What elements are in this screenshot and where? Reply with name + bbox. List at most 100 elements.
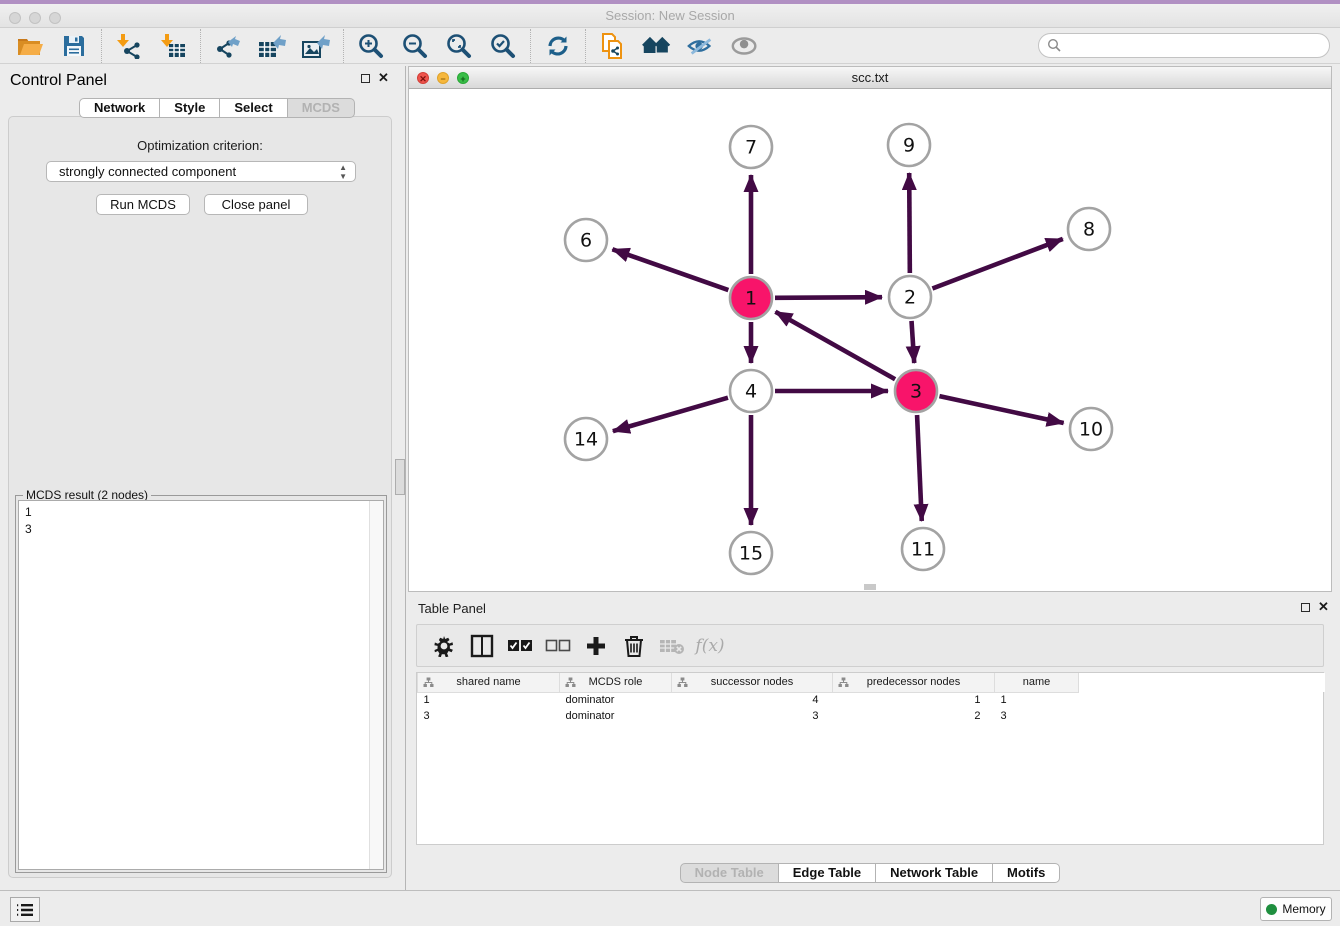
search-input[interactable]	[1038, 33, 1330, 58]
tab-network-table[interactable]: Network Table	[876, 863, 993, 883]
svg-text:14: 14	[574, 429, 598, 451]
network-file-icon[interactable]	[598, 31, 628, 61]
mcds-panel: Optimization criterion: strongly connect…	[8, 116, 392, 878]
column-header-predecessor-nodes[interactable]: predecessor nodes	[833, 673, 995, 692]
column-header-MCDS-role[interactable]: MCDS role	[560, 673, 672, 692]
window-minimize-icon[interactable]	[29, 12, 41, 24]
table-row[interactable]: 1dominator411	[418, 692, 1326, 708]
edge-3-10[interactable]	[939, 396, 1063, 423]
tab-motifs[interactable]: Motifs	[993, 863, 1060, 883]
node-3[interactable]: 3	[895, 370, 937, 412]
optimization-criterion-select[interactable]: strongly connected component ▲▼	[46, 161, 356, 182]
node-9[interactable]: 9	[888, 124, 930, 166]
memory-label: Memory	[1282, 902, 1325, 916]
network-graph[interactable]: 7 9 6 8 1 2 4 3 14 10 15 11	[409, 89, 1331, 591]
show-hidden-icon[interactable]	[730, 31, 760, 61]
node-1[interactable]: 1	[730, 277, 772, 319]
tab-edge-table[interactable]: Edge Table	[779, 863, 876, 883]
node-6[interactable]: 6	[565, 219, 607, 261]
app-title: Session: New Session	[0, 4, 1340, 27]
column-header-name[interactable]: name	[995, 673, 1079, 692]
task-history-button[interactable]	[10, 897, 40, 922]
edge-2-3[interactable]	[912, 321, 915, 363]
zoom-in-icon[interactable]	[356, 31, 386, 61]
save-session-icon[interactable]	[59, 31, 89, 61]
edge-2-8[interactable]	[932, 239, 1062, 289]
control-panel-tabs: NetworkStyleSelectMCDS	[79, 98, 355, 118]
node-14[interactable]: 14	[565, 418, 607, 460]
svg-text:10: 10	[1079, 419, 1103, 441]
close-panel-icon[interactable]: ✕	[378, 70, 389, 86]
svg-text:1: 1	[745, 288, 757, 310]
export-image-icon[interactable]	[301, 31, 331, 61]
tab-mcds[interactable]: MCDS	[288, 98, 355, 118]
refresh-view-icon[interactable]	[543, 31, 573, 61]
network-window-titlebar[interactable]: ✕ − + scc.txt	[409, 67, 1331, 89]
table-panel-title: Table Panel	[418, 601, 486, 616]
deselect-all-checks-icon[interactable]	[543, 631, 573, 661]
node-15[interactable]: 15	[730, 532, 772, 574]
node-8[interactable]: 8	[1068, 208, 1110, 250]
edge-2-9[interactable]	[909, 173, 910, 273]
select-all-checks-icon[interactable]	[505, 631, 535, 661]
settings-icon[interactable]	[429, 631, 459, 661]
first-neighbors-icon[interactable]	[642, 31, 672, 61]
zoom-selected-icon[interactable]	[488, 31, 518, 61]
node-table[interactable]: shared nameMCDS rolesuccessor nodesprede…	[416, 672, 1324, 845]
run-mcds-button[interactable]: Run MCDS	[96, 194, 190, 215]
tab-network[interactable]: Network	[79, 98, 160, 118]
edge-3-1[interactable]	[775, 312, 895, 379]
edge-3-11[interactable]	[917, 415, 922, 521]
export-network-icon[interactable]	[213, 31, 243, 61]
edge-1-2[interactable]	[775, 297, 882, 298]
delete-column-icon[interactable]	[619, 631, 649, 661]
edge-1-6[interactable]	[612, 249, 728, 290]
zoom-out-icon[interactable]	[400, 31, 430, 61]
tab-select[interactable]: Select	[220, 98, 287, 118]
open-session-icon[interactable]	[15, 31, 45, 61]
table-header-row[interactable]: shared nameMCDS rolesuccessor nodesprede…	[418, 673, 1326, 692]
toolbar-separator	[200, 29, 201, 63]
tab-node-table[interactable]: Node Table	[680, 863, 779, 883]
function-builder-icon-disabled: f(x)	[695, 631, 725, 661]
import-table-icon[interactable]	[158, 31, 188, 61]
table-row[interactable]: 3dominator323	[418, 708, 1326, 724]
import-network-icon[interactable]	[114, 31, 144, 61]
node-2[interactable]: 2	[889, 276, 931, 318]
window-close-icon[interactable]	[9, 12, 21, 24]
memory-button[interactable]: Memory	[1260, 897, 1332, 921]
tab-style[interactable]: Style	[160, 98, 220, 118]
zoom-fit-icon[interactable]	[444, 31, 474, 61]
close-table-panel-icon[interactable]: ✕	[1318, 599, 1329, 615]
svg-text:11: 11	[911, 539, 935, 561]
network-close-icon[interactable]: ✕	[417, 72, 429, 84]
toolbar-separator	[343, 29, 344, 63]
panel-divider	[405, 66, 406, 890]
list-icon	[16, 903, 34, 917]
show-column-panel-icon[interactable]	[467, 631, 497, 661]
network-minimize-icon[interactable]: −	[437, 72, 449, 84]
column-header-shared-name[interactable]: shared name	[418, 673, 560, 692]
network-window-title: scc.txt	[409, 67, 1331, 88]
node-10[interactable]: 10	[1070, 408, 1112, 450]
window-zoom-icon[interactable]	[49, 12, 61, 24]
node-11[interactable]: 11	[902, 528, 944, 570]
result-scrollbar[interactable]	[369, 501, 383, 869]
close-panel-button[interactable]: Close panel	[204, 194, 308, 215]
svg-text:15: 15	[739, 543, 763, 565]
export-table-icon[interactable]	[257, 31, 287, 61]
result-node-id: 1	[25, 504, 383, 521]
float-table-panel-icon[interactable]	[1301, 603, 1310, 612]
hide-selected-icon[interactable]	[686, 31, 716, 61]
node-7[interactable]: 7	[730, 126, 772, 168]
float-panel-icon[interactable]	[361, 74, 370, 83]
node-4[interactable]: 4	[730, 370, 772, 412]
column-header-successor-nodes[interactable]: successor nodes	[672, 673, 833, 692]
add-column-icon[interactable]	[581, 631, 611, 661]
network-maximize-icon[interactable]: +	[457, 72, 469, 84]
canvas-scroll-handle[interactable]	[864, 584, 876, 590]
panel-divider-handle[interactable]	[395, 459, 405, 495]
edge-4-14[interactable]	[613, 398, 728, 431]
control-panel-title: Control Panel	[10, 72, 107, 90]
mcds-result-list[interactable]: 13	[18, 500, 384, 870]
